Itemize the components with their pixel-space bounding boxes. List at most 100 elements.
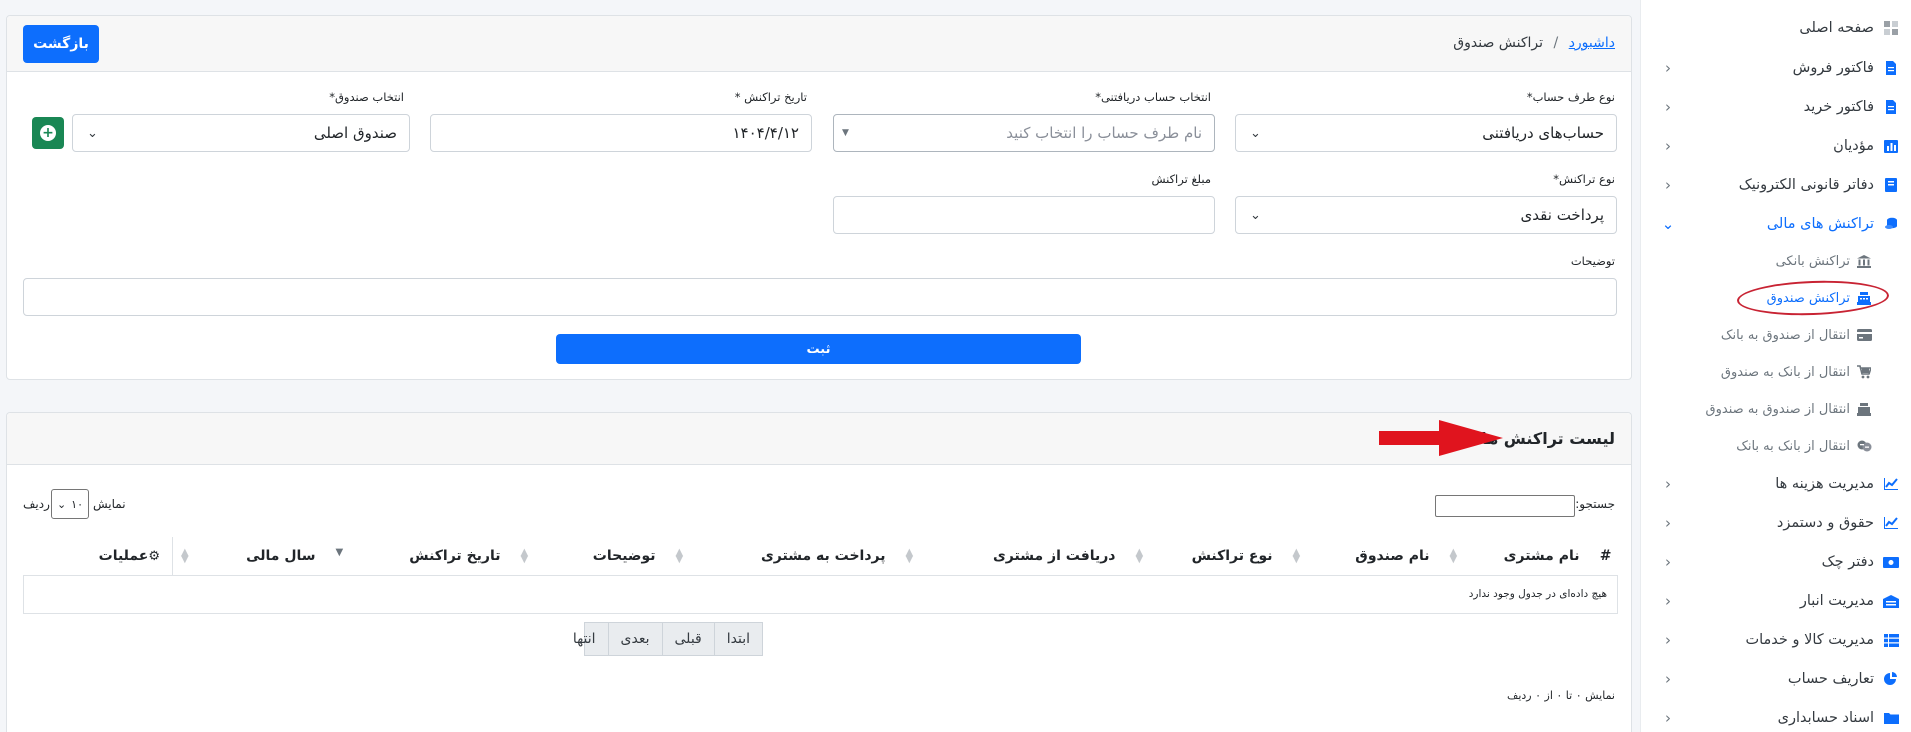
sidebar-item-taxpayers[interactable]: مؤدیان ‹ — [1641, 130, 1911, 162]
column-header-transaction-type[interactable]: نوع تراکنش ▲ ▼ — [1127, 537, 1285, 576]
length-select[interactable]: ⌄ ۱۰ — [51, 489, 89, 519]
line-chart-icon — [1882, 514, 1900, 532]
bank-icon — [1856, 253, 1872, 269]
chevron-left-icon: ‹ — [1665, 176, 1671, 194]
sidebar-subitem-cash-to-cash[interactable]: انتقال از صندوق به صندوق — [1641, 394, 1911, 424]
pagination: ابتدا قبلی بعدی انتها — [573, 622, 763, 656]
submit-button[interactable]: ثبت — [556, 334, 1081, 364]
sidebar-subitem-bank-transaction[interactable]: تراکنش بانکی — [1641, 246, 1911, 276]
amount-input[interactable] — [833, 196, 1215, 234]
line-chart-icon — [1882, 475, 1900, 493]
sidebar-item-checkbook[interactable]: دفتر چک ‹ — [1641, 546, 1911, 578]
caret-down-icon: ▼ — [842, 128, 849, 138]
chevron-left-icon: ‹ — [1665, 137, 1671, 155]
money-bill-icon — [1882, 553, 1900, 571]
transactions-list-card: لیست تراکنش ها جستجو: ردیف ⌄ ۱۰ نمایش # … — [6, 412, 1632, 732]
folder-icon — [1882, 709, 1900, 727]
sidebar-item-legal-books[interactable]: دفاتر قانونی الکترونیک ‹ — [1641, 169, 1911, 201]
sort-icon: ▲ ▼ — [1135, 547, 1144, 565]
annotation-arrow — [1379, 420, 1503, 456]
invoice-icon — [1882, 59, 1900, 77]
sidebar-item-label: اسناد حسابداری — [1777, 710, 1874, 726]
add-fund-button[interactable]: + — [32, 117, 64, 149]
transaction-form-card: بازگشت داشبورد / تراکنش صندوق نوع طرف حس… — [6, 15, 1632, 380]
pagination-first[interactable]: ابتدا — [713, 623, 762, 655]
length-rows-label: ردیف — [23, 497, 50, 511]
sort-desc-icon: ▼ — [335, 547, 344, 558]
column-header-description[interactable]: توضیحات ▲ ▼ — [512, 537, 668, 576]
column-header-customer-name[interactable]: نام مشتری ▲ ▼ — [1441, 537, 1592, 576]
sidebar-subitem-label: انتقال از بانک به بانک — [1736, 438, 1850, 454]
transactions-table: # نام مشتری ▲ ▼ نام صندوق ▲ ▼ نوع تراکنش ▲ ▼ د… — [23, 537, 1618, 614]
date-input[interactable]: ۱۴۰۴/۴/۱۲ — [430, 114, 812, 152]
sidebar-item-label: دفاتر قانونی الکترونیک — [1738, 177, 1874, 193]
sidebar-item-expenses[interactable]: مدیریت هزینه ها ‹ — [1641, 468, 1911, 500]
sidebar-item-home[interactable]: صفحه اصلی — [1641, 12, 1911, 44]
sidebar-subitem-bank-to-cash[interactable]: انتقال از بانک به صندوق — [1641, 357, 1911, 387]
search-input[interactable] — [1435, 495, 1575, 517]
chevron-left-icon: ‹ — [1665, 709, 1671, 727]
coins-icon — [1882, 215, 1900, 233]
sidebar-item-label: فاکتور فروش — [1792, 60, 1874, 76]
sidebar-item-financial-transactions[interactable]: تراکنش های مالی ⌄ — [1641, 208, 1911, 240]
fund-select[interactable]: صندوق اصلی ⌄ — [72, 114, 410, 152]
transaction-type-label: نوع تراکنش* — [1553, 172, 1615, 186]
table-header-row: # نام مشتری ▲ ▼ نام صندوق ▲ ▼ نوع تراکنش ▲ ▼ د… — [23, 537, 1618, 576]
amount-label: مبلغ تراکنش — [1151, 172, 1211, 186]
sidebar-item-payroll[interactable]: حقوق و دستمزد ‹ — [1641, 507, 1911, 539]
sidebar-item-label: تراکنش های مالی — [1766, 216, 1874, 232]
card-header: بازگشت داشبورد / تراکنش صندوق — [7, 16, 1631, 72]
sidebar-item-account-definitions[interactable]: تعاریف حساب ‹ — [1641, 663, 1911, 695]
sidebar-item-products-services[interactable]: مدیریت کالا و خدمات ‹ — [1641, 624, 1911, 656]
sidebar-item-label: صفحه اصلی — [1799, 20, 1874, 36]
dashboard-icon — [1882, 19, 1900, 37]
sidebar-item-label: دفتر چک — [1821, 554, 1874, 570]
sidebar-subitem-cash-to-bank[interactable]: انتقال از صندوق به بانک — [1641, 320, 1911, 350]
chevron-left-icon: ‹ — [1665, 514, 1671, 532]
column-header-fund-name[interactable]: نام صندوق ▲ ▼ — [1284, 537, 1442, 576]
chevron-left-icon: ‹ — [1665, 475, 1671, 493]
sort-icon: ▲ ▼ — [1292, 547, 1301, 565]
column-header-received-from-customer[interactable]: دریافت از مشتری ▲ ▼ — [897, 537, 1128, 576]
pagination-next[interactable]: بعدی — [607, 623, 662, 655]
chevron-left-icon: ‹ — [1665, 98, 1671, 116]
sidebar-item-label: فاکتور خرید — [1803, 99, 1874, 115]
breadcrumb-link-dashboard[interactable]: داشبورد — [1569, 35, 1615, 51]
breadcrumb-separator: / — [1553, 35, 1559, 51]
chevron-down-icon: ⌄ — [57, 497, 67, 511]
sidebar-item-warehouse[interactable]: مدیریت انبار ‹ — [1641, 585, 1911, 617]
handshake-icon — [1856, 438, 1872, 454]
length-value: ۱۰ — [71, 497, 83, 511]
transaction-type-select[interactable]: پرداخت نقدی ⌄ — [1235, 196, 1617, 234]
column-header-paid-to-customer[interactable]: پرداخت به مشتری ▲ ▼ — [667, 537, 898, 576]
sidebar-subitem-cash-transaction[interactable]: تراکنش صندوق — [1641, 283, 1911, 313]
receivable-account-placeholder: نام طرف حساب را انتخاب کنید — [1006, 124, 1202, 142]
pagination-previous[interactable]: قبلی — [661, 623, 714, 655]
cash-register-icon — [1856, 401, 1872, 417]
column-header-transaction-date[interactable]: تاریخ تراکنش ▼ — [327, 537, 513, 576]
pie-chart-icon — [1882, 670, 1900, 688]
receivable-account-label: انتخاب حساب دریافتنی* — [1095, 90, 1211, 104]
receivable-account-select[interactable]: نام طرف حساب را انتخاب کنید ▼ — [833, 114, 1215, 152]
sidebar-item-purchase-invoice[interactable]: فاکتور خرید ‹ — [1641, 91, 1911, 123]
chevron-left-icon: ‹ — [1665, 553, 1671, 571]
column-header-index[interactable]: # — [1591, 537, 1618, 576]
sort-icon: ▲ ▼ — [520, 547, 529, 565]
sidebar-item-accounting-documents[interactable]: اسناد حسابداری ‹ — [1641, 702, 1911, 732]
party-type-select[interactable]: حساب‌های دریافتنی ⌄ — [1235, 114, 1617, 152]
column-header-fiscal-year[interactable]: سال مالی ▲ ▼ — [172, 537, 328, 576]
back-button[interactable]: بازگشت — [23, 25, 99, 63]
sidebar-item-label: مؤدیان — [1833, 138, 1874, 154]
length-show-label: نمایش — [93, 497, 126, 511]
description-input[interactable] — [23, 278, 1617, 316]
sidebar-item-sales-invoice[interactable]: فاکتور فروش ‹ — [1641, 52, 1911, 84]
sidebar-item-label: مدیریت انبار — [1799, 593, 1874, 609]
pagination-last[interactable]: انتها — [561, 623, 608, 655]
chevron-left-icon: ‹ — [1665, 631, 1671, 649]
chart-icon — [1882, 137, 1900, 155]
sidebar-subitem-label: انتقال از بانک به صندوق — [1720, 364, 1850, 380]
chevron-down-icon: ⌄ — [1250, 126, 1261, 141]
fund-label: انتخاب صندوق* — [329, 90, 404, 104]
fund-value: صندوق اصلی — [313, 124, 397, 142]
sidebar-subitem-bank-to-bank[interactable]: انتقال از بانک به بانک — [1641, 431, 1911, 461]
